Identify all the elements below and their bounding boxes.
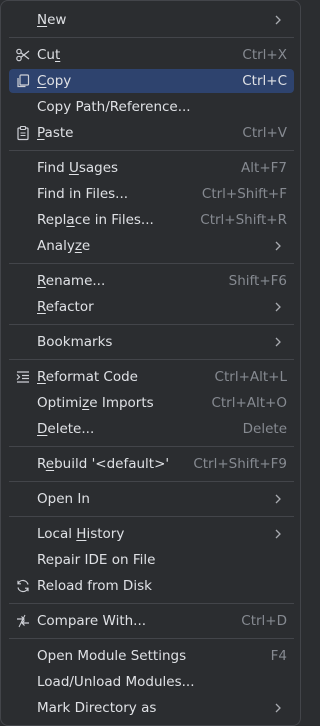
- menu-item-reformat-code[interactable]: Reformat Code Ctrl+Alt+L: [9, 365, 294, 389]
- menu-item-shortcut: Ctrl+D: [241, 613, 287, 629]
- menu-item-analyze[interactable]: Analyze: [9, 234, 294, 258]
- chevron-right-icon: [275, 302, 281, 312]
- separator: [9, 37, 294, 38]
- menu-item-copy[interactable]: Copy Ctrl+C: [9, 69, 294, 93]
- menu-item-label: Analyze: [37, 238, 91, 254]
- menu-item-find-usages[interactable]: Find Usages Alt+F7: [9, 156, 294, 180]
- copy-icon: [17, 74, 30, 88]
- menu-item-reload-from-disk[interactable]: Reload from Disk: [9, 574, 294, 598]
- menu-item-label: New: [37, 12, 67, 28]
- menu-item-load-unload-modules[interactable]: Load/Unload Modules...: [9, 670, 294, 694]
- menu-item-repair-ide[interactable]: Repair IDE on File: [9, 548, 294, 572]
- chevron-right-icon: [275, 337, 281, 347]
- menu-item-bookmarks[interactable]: Bookmarks: [9, 330, 294, 354]
- menu-item-label: Copy Path/Reference...: [37, 99, 191, 115]
- separator: [9, 359, 294, 360]
- separator: [9, 263, 294, 264]
- separator: [9, 603, 294, 604]
- menu-item-label: Rename...: [37, 273, 106, 289]
- paste-icon: [17, 125, 29, 141]
- menu-item-shortcut: Shift+F6: [228, 273, 287, 289]
- menu-item-mark-directory-as[interactable]: Mark Directory as: [9, 696, 294, 720]
- menu-item-shortcut: Ctrl+Shift+R: [200, 212, 287, 228]
- menu-item-new[interactable]: New: [9, 8, 294, 32]
- scissors-icon: [16, 48, 30, 62]
- menu-item-compare-with[interactable]: Compare With... Ctrl+D: [9, 609, 294, 633]
- menu-item-shortcut: Ctrl+V: [242, 125, 287, 141]
- menu-item-shortcut: Ctrl+X: [242, 47, 287, 63]
- menu-item-refactor[interactable]: Refactor: [9, 295, 294, 319]
- separator: [9, 150, 294, 151]
- menu-item-shortcut: Delete: [242, 421, 287, 437]
- menu-item-label: Cut: [37, 47, 61, 63]
- menu-item-paste[interactable]: Paste Ctrl+V: [9, 121, 294, 145]
- menu-item-shortcut: Alt+F7: [241, 160, 287, 176]
- separator: [9, 638, 294, 639]
- menu-item-shortcut: Ctrl+Shift+F9: [193, 456, 287, 472]
- menu-item-label: Refactor: [37, 299, 94, 315]
- menu-item-find-in-files[interactable]: Find in Files... Ctrl+Shift+F: [9, 182, 294, 206]
- menu-item-shortcut: Ctrl+Alt+O: [211, 395, 287, 411]
- menu-item-local-history[interactable]: Local History: [9, 522, 294, 546]
- chevron-right-icon: [275, 241, 281, 251]
- separator: [9, 481, 294, 482]
- menu-item-rename[interactable]: Rename... Shift+F6: [9, 269, 294, 293]
- menu-item-label: Mark Directory as: [37, 700, 157, 716]
- menu-item-label: Local History: [37, 526, 125, 542]
- separator: [9, 446, 294, 447]
- chevron-right-icon: [275, 529, 281, 539]
- chevron-right-icon: [275, 703, 281, 713]
- menu-item-shortcut: F4: [270, 648, 287, 664]
- menu-item-label: Compare With...: [37, 613, 147, 629]
- menu-item-optimize-imports[interactable]: Optimize Imports Ctrl+Alt+O: [9, 391, 294, 415]
- chevron-right-icon: [275, 15, 281, 25]
- menu-item-label: Open In: [37, 491, 90, 507]
- menu-item-open-module-settings[interactable]: Open Module Settings F4: [9, 644, 294, 668]
- menu-item-label: Delete...: [37, 421, 95, 437]
- menu-item-shortcut: Ctrl+Shift+F: [201, 186, 287, 202]
- menu-item-replace-in-files[interactable]: Replace in Files... Ctrl+Shift+R: [9, 208, 294, 232]
- menu-item-label: Optimize Imports: [37, 395, 154, 411]
- menu-item-label: Reload from Disk: [37, 578, 152, 594]
- menu-item-label: Find Usages: [37, 160, 119, 176]
- menu-item-rebuild[interactable]: Rebuild '<default>' Ctrl+Shift+F9: [9, 452, 294, 476]
- menu-item-label: Repair IDE on File: [37, 552, 156, 568]
- menu-item-delete[interactable]: Delete... Delete: [9, 417, 294, 441]
- menu-item-copy-path[interactable]: Copy Path/Reference...: [9, 95, 294, 119]
- separator: [9, 324, 294, 325]
- menu-item-label: Load/Unload Modules...: [37, 674, 195, 690]
- menu-item-label: Bookmarks: [37, 334, 113, 350]
- menu-item-shortcut: Ctrl+C: [242, 73, 287, 89]
- separator: [9, 516, 294, 517]
- menu-item-label: Reformat Code: [37, 369, 138, 385]
- menu-item-cut[interactable]: Cut Ctrl+X: [9, 43, 294, 67]
- reload-icon: [17, 579, 29, 593]
- menu-item-shortcut: Ctrl+Alt+L: [214, 369, 287, 385]
- menu-item-label: Find in Files...: [37, 186, 129, 202]
- menu-item-label: Copy: [37, 73, 72, 89]
- compare-icon: [17, 614, 29, 628]
- menu-item-label: Open Module Settings: [37, 648, 187, 664]
- context-menu: New Cut Ctrl+X Copy Ctrl+C Copy Path/Ref…: [0, 0, 301, 726]
- chevron-right-icon: [275, 494, 281, 504]
- menu-item-label: Rebuild '<default>': [37, 456, 170, 472]
- menu-item-open-in[interactable]: Open In: [9, 487, 294, 511]
- menu-item-label: Paste: [37, 125, 74, 141]
- menu-item-label: Replace in Files...: [37, 212, 154, 228]
- reformat-icon: [16, 371, 29, 383]
